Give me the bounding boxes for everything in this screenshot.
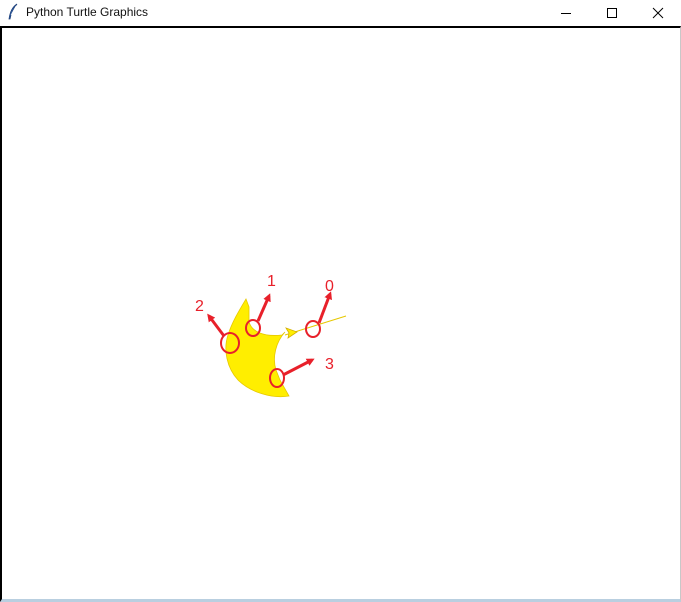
annotation-label-1: 1 [267,273,276,290]
maximize-button[interactable] [589,0,635,25]
annotation-arrow-0 [317,291,332,324]
minimize-icon [561,12,571,14]
annotation-label-0: 0 [325,278,334,295]
maximize-icon [607,7,617,18]
turtle-window: Python Turtle Graphics 0 1 2 3 [0,0,681,602]
turtle-drawing [225,298,347,398]
close-button[interactable] [635,0,681,25]
annotation-arrow-1 [256,293,271,322]
yellow-fill-shape [225,298,290,398]
title-bar[interactable]: Python Turtle Graphics [0,0,681,25]
annotation-label-3: 3 [325,356,334,373]
window-title: Python Turtle Graphics [26,5,149,19]
annotation-arrow-2 [207,313,226,337]
close-icon [652,7,664,18]
turtle-canvas-frame: 0 1 2 3 [0,26,681,602]
minimize-button[interactable] [543,0,589,25]
feather-icon [8,3,18,20]
annotation-arrow-3 [282,358,315,377]
annotation-label-2: 2 [195,298,204,315]
turtle-cursor [285,327,298,339]
turtle-canvas[interactable]: 0 1 2 3 [4,30,680,599]
annotation-circle-0 [305,320,321,338]
